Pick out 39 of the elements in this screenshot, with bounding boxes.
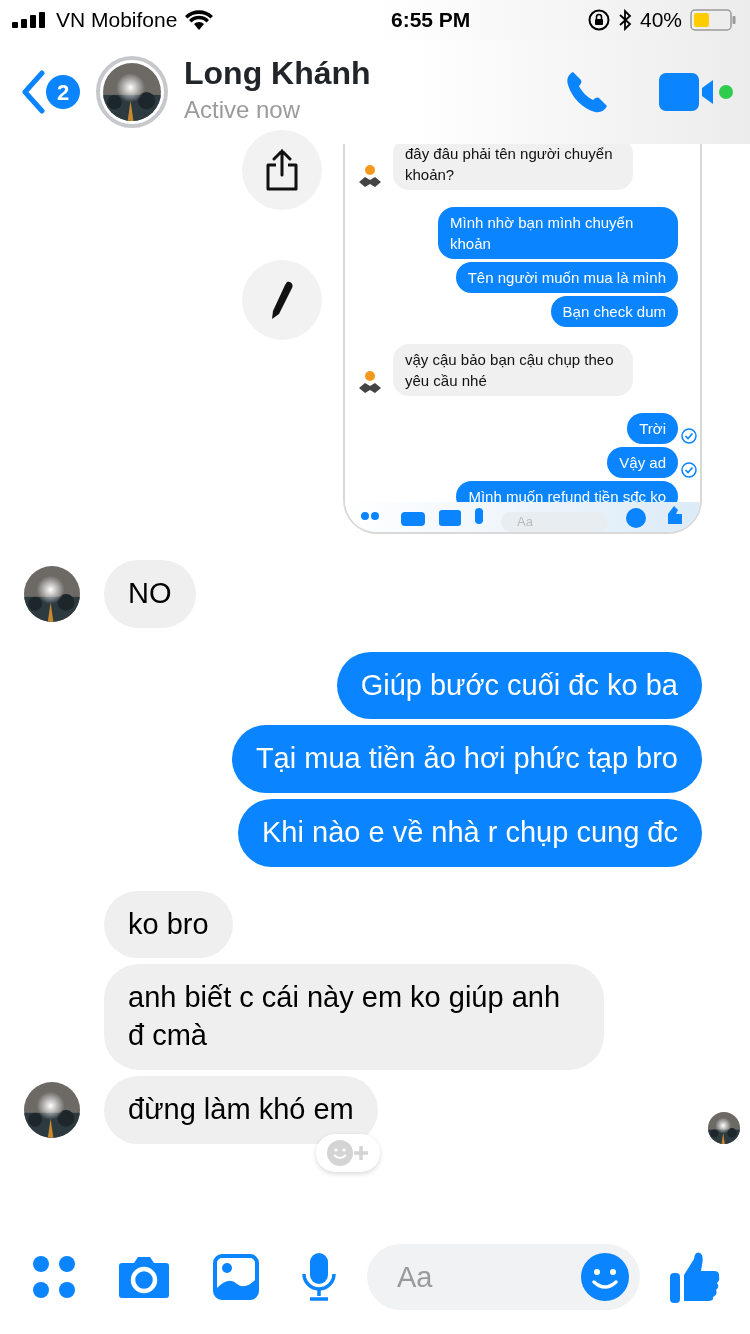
battery-percent: 40% — [639, 7, 682, 34]
message-bubble: vậy cậu bảo bạn cậu chụp theo yêu cầu nhé — [393, 344, 633, 396]
message-bubble: ko bro — [104, 890, 233, 959]
message-bubble: Mình nhờ bạn mình chuyển khoản — [438, 207, 678, 259]
message-bubble: đừng làm khó em — [104, 1075, 378, 1144]
back-chevron-icon — [20, 70, 46, 114]
message-bubble: anh biết c cái này em ko giúp anh đ cmà — [104, 964, 604, 1070]
share-icon[interactable] — [265, 149, 299, 191]
emoji-icon[interactable] — [580, 1252, 630, 1302]
message-bubble: Tại mua tiền ảo hơi phức tạp bro — [231, 725, 702, 794]
status-time: 6:55 PM — [390, 7, 472, 34]
apps-icon[interactable] — [32, 1255, 76, 1299]
contact-name: Long Khánh — [184, 56, 372, 92]
back-button[interactable]: 2 — [20, 70, 80, 114]
wifi-icon — [185, 10, 214, 30]
carrier-name: VN Mobifone — [56, 7, 178, 34]
thumbs-up-icon[interactable] — [670, 1251, 720, 1303]
contact-status: Active now — [184, 94, 302, 125]
message-bubble: Khi nào e về nhà r chụp cung đc — [238, 799, 702, 867]
message-bubble: NO — [104, 560, 196, 628]
rotation-lock-icon — [587, 9, 610, 31]
message-bubble: đây đâu phải tên người chuyển khoản? — [393, 144, 633, 190]
message-bubble: Bạn check dum — [550, 296, 678, 327]
microphone-icon[interactable] — [301, 1252, 337, 1302]
video-camera-icon — [659, 73, 715, 111]
message-bubble: Trời — [627, 413, 678, 444]
emoji-like-drawing — [624, 506, 684, 528]
bluetooth-icon — [617, 9, 632, 31]
camera-icon[interactable] — [118, 1255, 171, 1299]
message-bubble: Giúp bước cuối đc ko ba — [336, 651, 702, 720]
message-bubble: Tên người muốn mua là mình — [455, 262, 678, 293]
video-call-button[interactable] — [659, 73, 734, 111]
signal-icon — [12, 12, 48, 28]
pen-icon[interactable] — [269, 280, 295, 320]
message-bubble: Vậy ad — [607, 447, 678, 478]
message-input[interactable]: Aa — [367, 1244, 640, 1310]
battery-icon — [690, 9, 736, 31]
image-icon[interactable] — [212, 1254, 259, 1300]
unread-badge: 2 — [46, 75, 80, 109]
